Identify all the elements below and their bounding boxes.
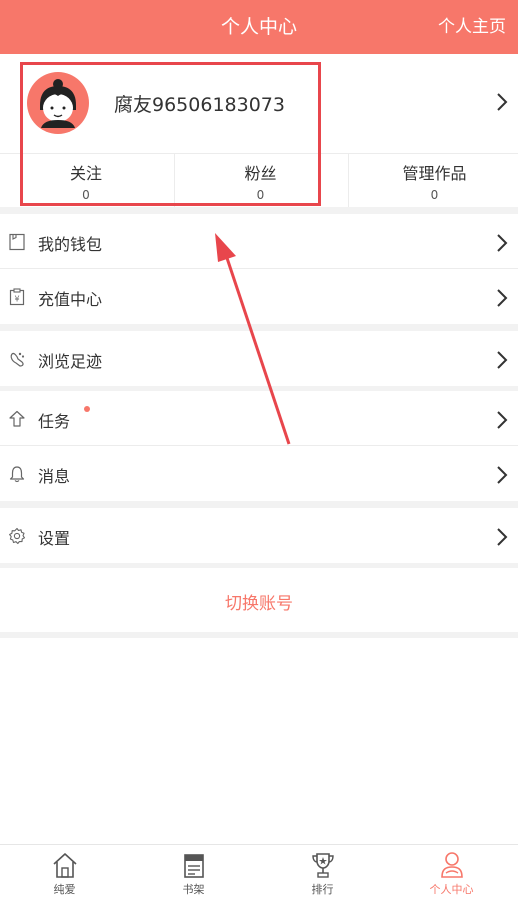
- top-bar: 个人中心 个人主页: [0, 0, 518, 54]
- chevron-right-icon: [497, 234, 508, 252]
- username: 腐友96506183073: [114, 94, 285, 116]
- stat-value: 0: [82, 188, 90, 202]
- stats-bar: 关注 0 粉丝 0 管理作品 0: [0, 153, 518, 208]
- section-divider: [0, 632, 518, 638]
- stat-label: 粉丝: [244, 164, 277, 183]
- person-icon: [441, 852, 463, 878]
- tab-personal-center[interactable]: 个人中心: [387, 845, 516, 898]
- menu-item-settings[interactable]: 设置: [0, 508, 518, 563]
- bell-icon: [9, 466, 25, 483]
- tab-label: 书架: [182, 883, 205, 896]
- menu-item-wallet[interactable]: 我的钱包: [0, 214, 518, 269]
- gear-icon: [9, 527, 26, 545]
- stat-label: 管理作品: [402, 164, 467, 183]
- menu-item-label: 充值中心: [38, 290, 103, 309]
- chevron-right-icon: [497, 528, 508, 546]
- tab-chunai[interactable]: 纯爱: [0, 845, 129, 898]
- svg-text:¥: ¥: [14, 295, 19, 304]
- recharge-icon: ¥: [9, 288, 25, 306]
- tab-label: 排行: [311, 883, 334, 896]
- menu-item-label: 设置: [38, 529, 71, 548]
- avatar[interactable]: [27, 72, 89, 134]
- wallet-icon: [9, 233, 25, 251]
- menu-item-label: 我的钱包: [38, 235, 103, 254]
- switch-account-button[interactable]: 切换账号: [0, 568, 518, 632]
- stat-value: 0: [256, 188, 265, 202]
- bottom-tab-bar: 纯爱 书架 排行 个人中心: [0, 844, 518, 898]
- bookshelf-icon: [184, 854, 204, 878]
- user-face-icon: [40, 79, 76, 128]
- menu-item-history[interactable]: 浏览足迹: [0, 331, 518, 386]
- upload-arrow-icon: [9, 410, 25, 427]
- stat-followers[interactable]: 粉丝 0: [174, 154, 346, 208]
- switch-account-label: 切换账号: [225, 594, 293, 614]
- chevron-right-icon: [497, 411, 508, 429]
- tab-ranking[interactable]: 排行: [258, 845, 387, 898]
- trophy-icon: [312, 853, 334, 878]
- menu-item-label: 任务: [38, 412, 71, 431]
- tab-bookshelf[interactable]: 书架: [129, 845, 258, 898]
- notification-dot: [84, 406, 90, 412]
- tab-label: 个人中心: [429, 883, 474, 896]
- menu-item-tasks[interactable]: 任务: [0, 391, 518, 446]
- chevron-right-icon: [497, 289, 508, 307]
- menu-item-label: 消息: [38, 467, 71, 486]
- stat-following[interactable]: 关注 0: [0, 154, 172, 208]
- chevron-right-icon: [497, 351, 508, 369]
- home-icon: [53, 853, 77, 878]
- menu-item-label: 浏览足迹: [38, 352, 103, 371]
- chevron-right-icon: [497, 466, 508, 484]
- tab-label: 纯爱: [53, 883, 76, 896]
- section-divider: [0, 501, 518, 508]
- chevron-right-icon: [497, 93, 508, 111]
- section-divider: [0, 324, 518, 331]
- stat-manage-works[interactable]: 管理作品 0: [348, 154, 518, 208]
- menu-item-recharge[interactable]: ¥ 充值中心: [0, 269, 518, 324]
- personal-homepage-link[interactable]: 个人主页: [438, 0, 506, 54]
- stat-label: 关注: [69, 164, 102, 183]
- section-divider: [0, 207, 518, 214]
- menu-item-messages[interactable]: 消息: [0, 446, 518, 501]
- profile-header[interactable]: 腐友96506183073: [0, 54, 518, 154]
- footprint-icon: [10, 352, 25, 367]
- stat-value: 0: [430, 188, 439, 202]
